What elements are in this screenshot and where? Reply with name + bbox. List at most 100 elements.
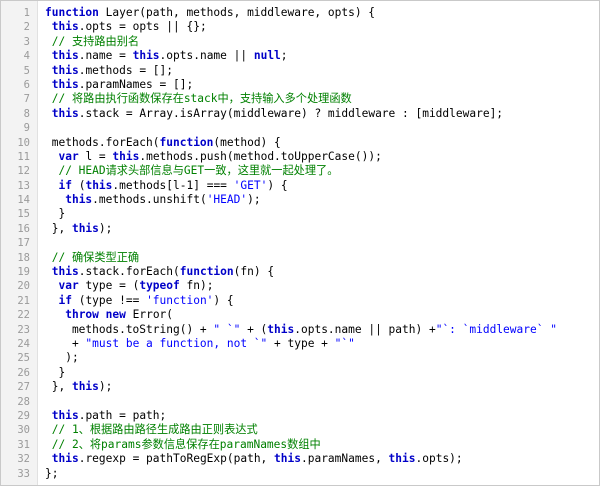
keyword-token: null (253, 49, 281, 63)
code-token: fn); (179, 279, 214, 293)
code-line: 9 (1, 121, 599, 135)
code-text: // 将路由执行函数保存在stack中，支持输入多个处理函数 (45, 92, 352, 106)
code-token: }, (45, 380, 72, 394)
code-line: 18 // 确保类型正确 (1, 251, 599, 265)
code-token: }; (45, 466, 59, 480)
code-line: 31 // 2、将params参数信息保存在paramNames数组中 (1, 438, 599, 452)
keyword-token: this (274, 452, 301, 466)
code-text: // 1、根据路由路径生成路由正则表达式 (45, 423, 258, 437)
line-number: 4 (23, 50, 30, 63)
line-number: 26 (17, 366, 30, 379)
code-line: 4 this.name = this.opts.name || null; (1, 49, 599, 63)
string-token: "`: `middleware` " (435, 322, 557, 336)
line-number: 15 (17, 208, 30, 221)
code-text: var type = (typeof fn); (45, 279, 213, 293)
code-line: 17 (1, 236, 599, 250)
comment-token: // 确保类型正确 (45, 250, 140, 264)
code-text: }, this); (45, 221, 113, 236)
code-token: }, (45, 221, 72, 235)
code-token: } (45, 365, 66, 379)
comment-token: // HEAD请求头部信息与GET一致，这里就一起处理了。 (45, 164, 339, 178)
line-number: 12 (17, 165, 30, 178)
code-line: 23 methods.toString() + " `" + (this.opt… (1, 323, 599, 337)
line-number: 32 (17, 453, 30, 466)
code-token: .path = path; (78, 408, 167, 422)
line-number: 7 (23, 93, 30, 106)
code-text: } (45, 207, 65, 221)
code-line: 20 var type = (typeof fn); (1, 279, 599, 293)
line-number: 27 (17, 381, 30, 394)
code-line: 11 var l = this.methods.push(method.toUp… (1, 150, 599, 164)
code-token: + ( (240, 322, 268, 336)
code-text: }, this); (45, 380, 113, 394)
code-text: // 支持路由别名 (45, 35, 139, 49)
keyword-token: this (71, 380, 99, 394)
code-token: type = ( (78, 279, 140, 293)
code-token: .opts = opts || {}; (78, 20, 207, 34)
code-text: ); (45, 351, 79, 365)
keyword-token: new (105, 308, 126, 322)
code-text: this.path = path; (45, 408, 167, 423)
line-number: 10 (17, 136, 30, 149)
line-number: 23 (17, 323, 30, 336)
code-token: .stack.forEach( (78, 265, 180, 279)
line-number: 8 (23, 107, 30, 120)
line-number: 31 (17, 438, 30, 451)
code-text: // 2、将params参数信息保存在paramNames数组中 (45, 438, 321, 452)
keyword-token: this (267, 322, 295, 336)
line-number: 6 (23, 78, 30, 91)
keyword-token: this (71, 221, 99, 235)
code-token: ; (280, 49, 288, 63)
code-token: ); (247, 193, 261, 207)
code-token: .paramNames = []; (78, 77, 194, 91)
code-line: 3 // 支持路由别名 (1, 35, 599, 49)
code-token: .stack = Array.isArray(middleware) ? mid… (78, 106, 504, 120)
code-text: + "must be a function, not `" + type + "… (45, 337, 355, 351)
code-text: this.methods.unshift('HEAD'); (45, 193, 261, 207)
code-text: methods.forEach(function(method) { (45, 136, 281, 150)
string-token: 'function' (146, 293, 214, 307)
keyword-token: this (388, 452, 416, 466)
code-token: .name = (78, 49, 133, 63)
line-number: 1 (23, 7, 30, 19)
line-number: 33 (17, 467, 30, 480)
code-editor[interactable]: 1 function Layer(path, methods, middlewar… (0, 0, 600, 486)
code-line: 21 if (type !== 'function') { (1, 294, 599, 308)
code-text: }; (45, 467, 58, 481)
code-line: 24 + "must be a function, not `" + type … (1, 337, 599, 351)
keyword-token: this (85, 178, 113, 192)
code-token: .methods.push(method.toUpperCase()); (139, 149, 382, 163)
line-number: 19 (17, 266, 30, 279)
code-token: ); (45, 351, 79, 365)
code-text: // 确保类型正确 (45, 251, 139, 265)
string-token: 'HEAD' (206, 193, 248, 207)
string-token: 'GET' (233, 178, 268, 192)
code-token: ); (98, 380, 113, 394)
code-lines: 1 function Layer(path, methods, middlewar… (1, 6, 599, 481)
keyword-token: function (159, 135, 214, 149)
code-text: this.regexp = pathToRegExp(path, this.pa… (45, 452, 463, 466)
code-token: methods.toString() + (45, 322, 214, 336)
code-token: l = (78, 149, 113, 163)
line-number: 25 (17, 352, 30, 365)
keyword-token: throw (65, 308, 99, 322)
keyword-token: var (58, 149, 79, 163)
code-text: function Layer(path, methods, middleware… (45, 6, 375, 20)
line-number: 22 (17, 309, 30, 322)
code-token: .methods = []; (78, 63, 173, 77)
line-number: 11 (17, 150, 30, 163)
keyword-token: function (45, 6, 99, 19)
code-token: (fn) { (233, 265, 275, 279)
keyword-token: function (179, 265, 234, 279)
code-token: ); (98, 221, 113, 235)
string-token: "must be a function, not `" (85, 336, 268, 350)
line-number: 13 (17, 179, 30, 192)
code-line: 13 if (this.methods[l-1] === 'GET') { (1, 179, 599, 193)
